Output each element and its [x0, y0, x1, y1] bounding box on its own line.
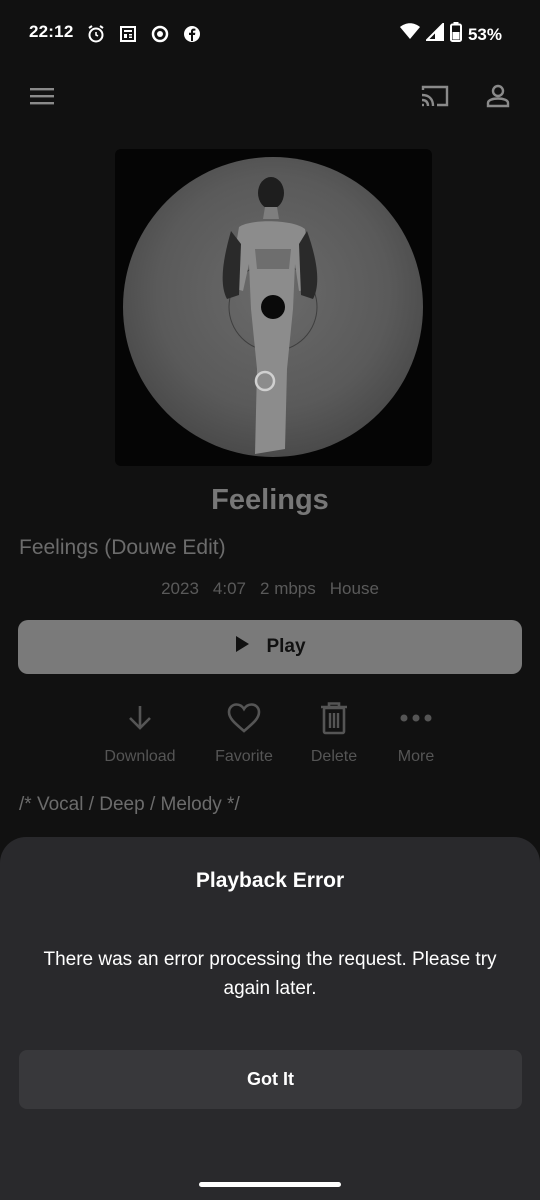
- track-subtitle: Feelings (Douwe Edit): [19, 536, 226, 559]
- download-icon: [125, 700, 155, 736]
- circle-app-icon: [150, 24, 170, 49]
- track-duration: 4:07: [212, 579, 247, 598]
- account-button[interactable]: [478, 78, 518, 118]
- status-time: 22:12: [29, 22, 74, 41]
- album-art: [115, 149, 432, 466]
- download-label: Download: [104, 748, 176, 765]
- signal-icon: [424, 21, 444, 46]
- more-horizontal-icon: [400, 700, 432, 736]
- dialog-title: Playback Error: [195, 869, 345, 892]
- dialog-message: There was an error processing the reques…: [43, 949, 497, 999]
- track-bitrate: 2 mbps: [260, 579, 316, 598]
- favorite-button[interactable]: Favorite: [199, 700, 289, 766]
- battery-percent: 53%: [467, 24, 502, 44]
- app-bar: [0, 78, 540, 118]
- facebook-icon: [182, 24, 202, 49]
- vinyl-record-image: [123, 157, 423, 457]
- download-button[interactable]: Download: [95, 700, 185, 766]
- trash-icon: [319, 700, 349, 736]
- play-button[interactable]: Play: [18, 620, 522, 674]
- cast-button[interactable]: [415, 78, 455, 118]
- status-bar: 22:12 53%: [0, 0, 540, 68]
- more-label: More: [397, 748, 435, 765]
- play-icon: [234, 635, 250, 659]
- menu-button[interactable]: [22, 78, 62, 118]
- action-row: Download Favorite Delete More: [0, 700, 540, 770]
- cast-icon: [420, 84, 450, 113]
- favorite-label: Favorite: [215, 748, 273, 765]
- track-tags: /* Vocal / Deep / Melody */: [19, 794, 240, 815]
- track-title: Feelings: [211, 484, 329, 516]
- play-button-label: Play: [266, 636, 306, 657]
- wifi-icon: [399, 23, 420, 46]
- status-notification-icons: [86, 24, 202, 49]
- delete-label: Delete: [310, 748, 358, 765]
- news-icon: [118, 24, 138, 49]
- more-button[interactable]: More: [371, 700, 461, 766]
- alarm-icon: [86, 24, 106, 49]
- account-icon: [485, 83, 511, 114]
- screen: 22:12 53% Feelings Feelings (Douwe Edit)…: [0, 0, 540, 1200]
- track-genre: House: [329, 579, 379, 598]
- error-bottom-sheet: Playback Error There was an error proces…: [0, 837, 540, 1200]
- menu-icon: [29, 86, 55, 111]
- battery-icon: [449, 22, 462, 47]
- track-metadata: 2023 4:07 2 mbps House: [0, 579, 540, 599]
- got-it-button[interactable]: Got It: [19, 1050, 522, 1109]
- delete-button[interactable]: Delete: [289, 700, 379, 766]
- heart-icon: [226, 700, 262, 736]
- home-indicator[interactable]: [199, 1182, 341, 1187]
- status-system-icons: 53%: [399, 21, 502, 47]
- track-year: 2023: [161, 579, 199, 598]
